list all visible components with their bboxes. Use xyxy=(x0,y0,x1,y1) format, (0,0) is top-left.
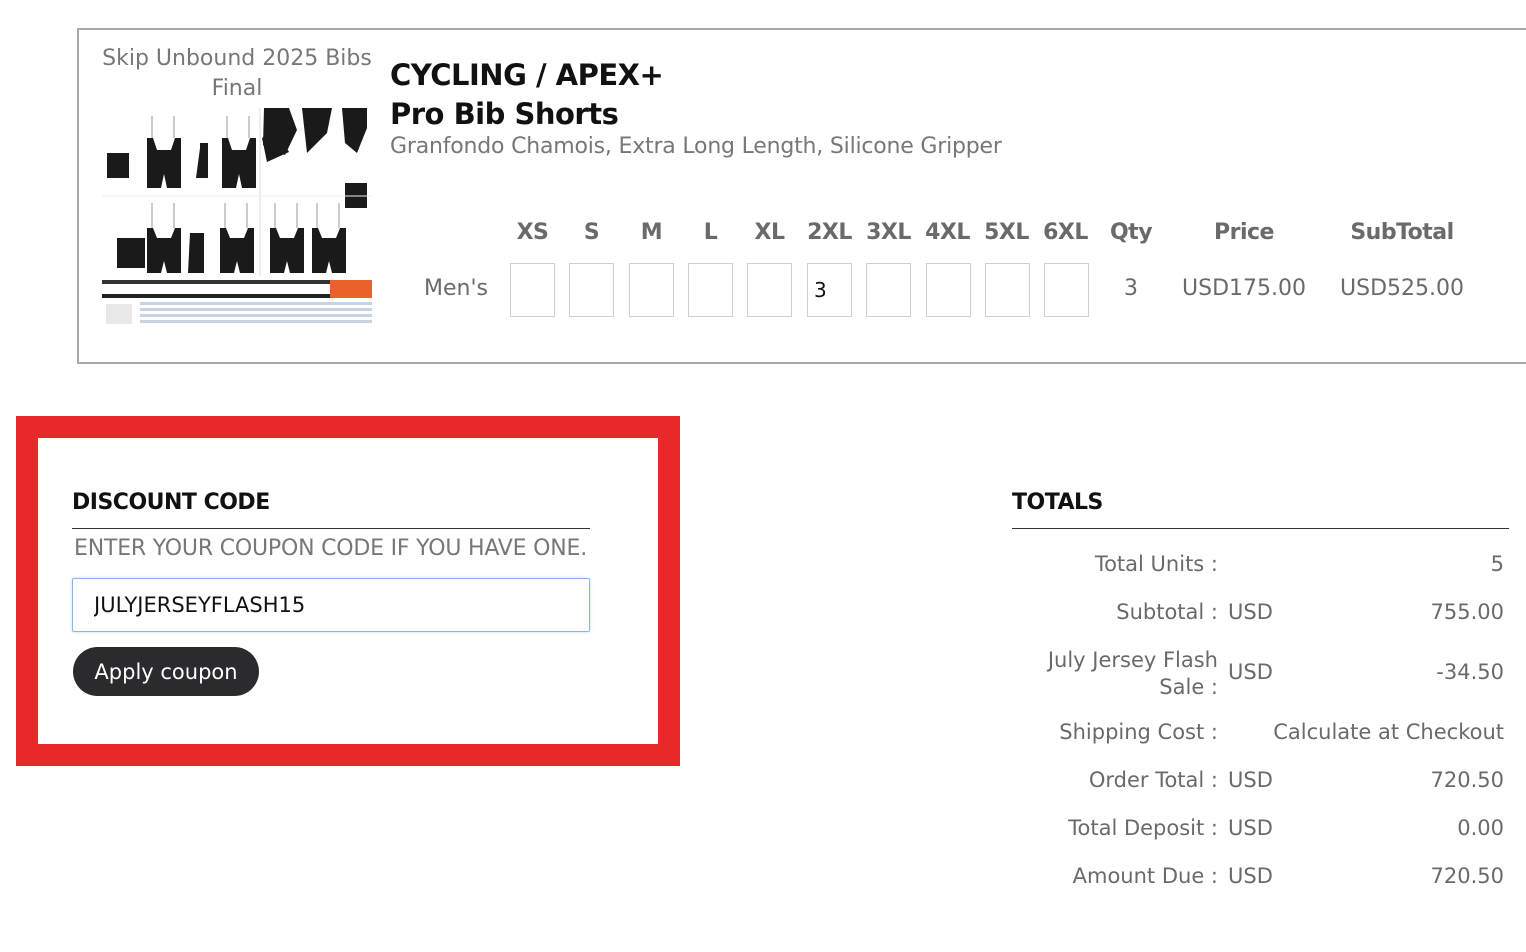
discount-line-label: July Jersey Flash Sale : xyxy=(1047,648,1218,699)
shipping-cost-label: Shipping Cost : xyxy=(1059,720,1218,744)
discount-divider xyxy=(72,528,590,529)
discount-help-text: ENTER YOUR COUPON CODE IF YOU HAVE ONE. xyxy=(74,536,588,561)
discount-title: DISCOUNT CODE xyxy=(72,490,270,515)
totals-title: TOTALS xyxy=(1012,490,1103,515)
row-label-mens: Men's xyxy=(424,276,488,301)
shipping-cost-value: Calculate at Checkout xyxy=(1273,720,1504,744)
subtotal-value: 755.00 xyxy=(1430,600,1504,624)
coupon-input[interactable] xyxy=(72,578,590,632)
size-header-3xl: 3XL xyxy=(866,220,911,245)
subtotal-header: SubTotal xyxy=(1350,220,1454,245)
total-units-value: 5 xyxy=(1490,552,1504,576)
size-header-s: S xyxy=(583,220,600,245)
size-header-xl: XL xyxy=(754,220,785,245)
size-header-xs: XS xyxy=(516,220,549,245)
order-total-value: 720.50 xyxy=(1430,768,1504,792)
amount-due-label: Amount Due : xyxy=(1072,864,1218,888)
design-thumbnail[interactable] xyxy=(102,108,372,328)
size-header-l: L xyxy=(703,220,718,245)
qty-input-s[interactable] xyxy=(569,263,614,317)
product-features: Granfondo Chamois, Extra Long Length, Si… xyxy=(390,134,1002,159)
qty-input-l[interactable] xyxy=(688,263,733,317)
qty-input-xs[interactable] xyxy=(510,263,555,317)
total-deposit-label: Total Deposit : xyxy=(1068,816,1218,840)
size-header-m: M xyxy=(640,220,663,245)
qty-input-4xl[interactable] xyxy=(926,263,971,317)
product-title: CYCLING / APEX+ Pro Bib Shorts xyxy=(390,56,664,134)
qty-input-5xl[interactable] xyxy=(985,263,1030,317)
size-header-6xl: 6XL xyxy=(1043,220,1088,245)
discount-line-value: -34.50 xyxy=(1436,660,1504,684)
design-name: Skip Unbound 2025 Bibs Final xyxy=(102,46,372,101)
size-header-5xl: 5XL xyxy=(984,220,1029,245)
product-name: Pro Bib Shorts xyxy=(390,97,619,131)
subtotal-label: Subtotal : xyxy=(1116,600,1218,624)
totals-divider xyxy=(1012,528,1509,529)
qty-input-2xl[interactable] xyxy=(807,263,852,317)
price-header: Price xyxy=(1214,220,1274,245)
qty-header: Qty xyxy=(1109,220,1153,245)
row-price: USD175.00 xyxy=(1182,276,1306,301)
product-category: CYCLING / APEX+ xyxy=(390,58,664,92)
apply-coupon-button[interactable]: Apply coupon xyxy=(73,647,259,696)
qty-input-6xl[interactable] xyxy=(1044,263,1089,317)
qty-input-3xl[interactable] xyxy=(866,263,911,317)
qty-input-m[interactable] xyxy=(629,263,674,317)
size-header-2xl: 2XL xyxy=(807,220,852,245)
row-subtotal: USD525.00 xyxy=(1340,276,1464,301)
order-total-label: Order Total : xyxy=(1088,768,1218,792)
size-header-4xl: 4XL xyxy=(925,220,970,245)
total-units-label: Total Units : xyxy=(1094,552,1218,576)
total-deposit-value: 0.00 xyxy=(1457,816,1504,840)
amount-due-value: 720.50 xyxy=(1430,864,1504,888)
row-qty: 3 xyxy=(1124,276,1138,301)
qty-input-xl[interactable] xyxy=(747,263,792,317)
